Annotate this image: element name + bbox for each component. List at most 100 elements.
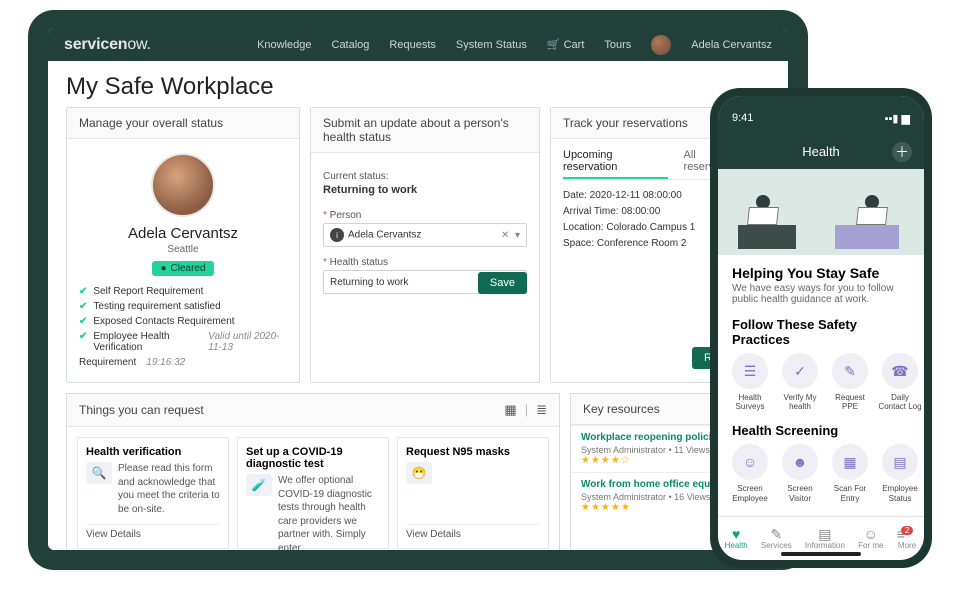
tab-services[interactable]: ✎Services [761, 527, 792, 550]
page-title: My Safe Workplace [66, 73, 770, 101]
nav-catalog[interactable]: Catalog [332, 39, 370, 51]
valid-time: 19:16:32 [146, 357, 185, 368]
brand-main: servicen [64, 36, 127, 53]
health-status-value: Returning to work [330, 277, 408, 288]
thing-covid-test[interactable]: Set up a COVID-19 diagnostic test 🧪We of… [237, 437, 389, 549]
status-icon: ▤ [882, 444, 918, 480]
chip-screen-visitor[interactable]: ☻Screen Visitor [778, 444, 822, 502]
thing-desc: We offer optional COVID-19 diagnostic te… [278, 474, 380, 550]
more-badge: 2 [901, 526, 913, 535]
tablet-screen: servicenow. Knowledge Catalog Requests S… [48, 28, 788, 550]
thing-title: Request N95 masks [406, 446, 540, 458]
chip-verify-health[interactable]: ✓Verify My health [778, 353, 822, 411]
section-safety-practices: Follow These Safety Practices [718, 305, 924, 353]
content-area: My Safe Workplace Manage your overall st… [48, 61, 788, 550]
top-nav: Knowledge Catalog Requests System Status… [257, 35, 772, 55]
req-suffix-row: Requirement19:16:32 [79, 357, 287, 368]
visitor-icon: ☻ [782, 444, 818, 480]
brand-tail: ow. [127, 36, 150, 53]
safety-chips: ☰Health Surveys ✓Verify My health ✎Reque… [718, 353, 924, 411]
grid-view-icon[interactable]: ▦ [504, 402, 516, 418]
brand-logo: servicenow. [64, 36, 151, 54]
contact-icon: ☎ [882, 353, 918, 389]
things-card: Things you can request ▦ | ≣ Health veri… [66, 393, 560, 550]
cart-label: Cart [564, 39, 585, 51]
services-icon: ✎ [761, 527, 792, 541]
qr-icon: ▦ [832, 444, 868, 480]
person-field[interactable]: i Adela Cervantsz ✕ ▾ [323, 223, 527, 247]
thing-title: Health verification [86, 446, 220, 458]
section-health-screening: Health Screening [718, 411, 924, 444]
top-bar: servicenow. Knowledge Catalog Requests S… [48, 28, 788, 61]
tab-health[interactable]: ♥Health [725, 527, 748, 550]
info-icon: ▤ [805, 527, 845, 541]
phone-time: 9:41 [732, 112, 753, 124]
person-value: Adela Cervantsz [348, 230, 421, 241]
signal-icons: ▪▪▮ ▆ [885, 112, 910, 125]
check-icon: ✔ [79, 286, 87, 297]
profile-location: Seattle [79, 244, 287, 255]
list-view-icon[interactable]: ≣ [536, 402, 547, 418]
nav-requests[interactable]: Requests [389, 39, 435, 51]
verify-icon: ✓ [782, 353, 818, 389]
hero-illustration [718, 169, 924, 255]
user-avatar[interactable] [651, 35, 671, 55]
check-icon: ✔ [79, 331, 87, 342]
profile-avatar [151, 153, 215, 217]
home-indicator [781, 552, 861, 556]
nav-cart[interactable]: 🛒 Cart [547, 38, 585, 51]
health-status-label: * Health status [323, 257, 527, 268]
user-name[interactable]: Adela Cervantsz [691, 39, 772, 51]
view-details-link[interactable]: View Details [406, 524, 540, 540]
thing-n95-masks[interactable]: Request N95 masks 😷 View Details [397, 437, 549, 549]
profile-name: Adela Cervantsz [79, 225, 287, 242]
info-icon[interactable]: i [330, 228, 344, 242]
phone-header: Health ＋ [718, 140, 924, 169]
phone-title: Health [802, 144, 840, 159]
add-button[interactable]: ＋ [892, 142, 912, 162]
status-card: Manage your overall status Adela Cervant… [66, 107, 300, 383]
thing-desc: Please read this form and acknowledge th… [118, 462, 220, 516]
user-icon: ☺ [858, 527, 883, 541]
cleared-badge: ● Cleared [152, 261, 213, 276]
tab-more[interactable]: ≡2More [897, 527, 918, 550]
document-icon: 🔍 [86, 462, 112, 484]
clear-icon[interactable]: ✕ ▾ [501, 230, 520, 241]
chip-employee-status[interactable]: ▤Employee Status [878, 444, 922, 502]
chip-screen-employee[interactable]: ☺Screen Employee [728, 444, 772, 502]
tab-upcoming[interactable]: Upcoming reservation [563, 149, 668, 179]
tab-for-me[interactable]: ☺For me [858, 527, 883, 550]
nav-tours[interactable]: Tours [604, 39, 631, 51]
chip-health-surveys[interactable]: ☰Health Surveys [728, 353, 772, 411]
intro-text: We have easy ways for you to follow publ… [732, 283, 910, 305]
check-icon: ✔ [79, 301, 87, 312]
req-self-report: ✔Self Report Requirement [79, 286, 287, 297]
intro-heading: Helping You Stay Safe [732, 265, 910, 281]
req-exposed: ✔Exposed Contacts Requirement [79, 316, 287, 327]
phone-frame: 9:41 ▪▪▮ ▆ Health ＋ Helping You Stay Saf… [710, 88, 932, 568]
heart-icon: ♥ [725, 527, 748, 541]
mask-icon: 😷 [406, 462, 432, 484]
thing-title: Set up a COVID-19 diagnostic test [246, 446, 380, 470]
thing-health-verification[interactable]: Health verification 🔍 Please read this fo… [77, 437, 229, 549]
valid-until: Valid until 2020-11-13 [208, 331, 287, 353]
phone-status-bar: 9:41 ▪▪▮ ▆ [718, 96, 924, 140]
tab-information[interactable]: ▤Information [805, 527, 845, 550]
cleared-label: Cleared [171, 263, 206, 274]
view-details-link[interactable]: View Details [86, 524, 220, 540]
submit-card-head: Submit an update about a person's health… [311, 108, 539, 153]
current-status-label: Current status: [323, 171, 527, 182]
ppe-icon: ✎ [832, 353, 868, 389]
chip-contact-log[interactable]: ☎Daily Contact Log [878, 353, 922, 411]
chip-request-ppe[interactable]: ✎Request PPE [828, 353, 872, 411]
req-testing: ✔Testing requirement satisfied [79, 301, 287, 312]
nav-knowledge[interactable]: Knowledge [257, 39, 311, 51]
person-label: * Person [323, 210, 527, 221]
tablet-frame: servicenow. Knowledge Catalog Requests S… [28, 10, 808, 570]
chip-scan-entry[interactable]: ▦Scan For Entry [828, 444, 872, 502]
phone-screen: 9:41 ▪▪▮ ▆ Health ＋ Helping You Stay Saf… [718, 96, 924, 560]
save-button[interactable]: Save [478, 272, 527, 294]
nav-system-status[interactable]: System Status [456, 39, 527, 51]
things-head-label: Things you can request [79, 403, 204, 417]
survey-icon: ☰ [732, 353, 768, 389]
